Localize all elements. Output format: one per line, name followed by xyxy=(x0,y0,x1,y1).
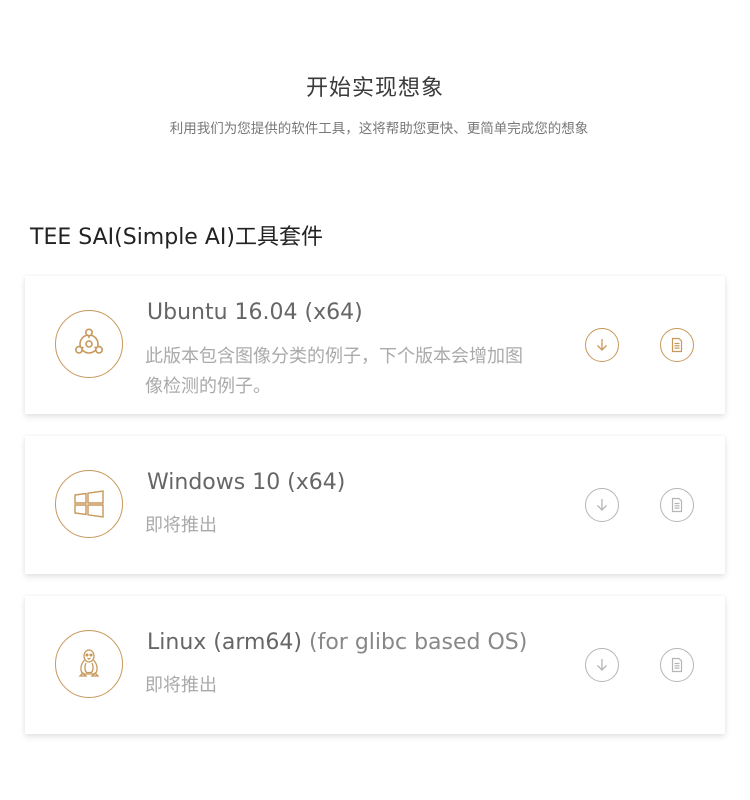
card-description: 即将推出 xyxy=(145,675,217,696)
card-description: 此版本包含图像分类的例子，下个版本会增加图像检测的例子。 xyxy=(145,346,523,397)
documentation-button[interactable] xyxy=(660,648,694,682)
linux-tux-icon xyxy=(55,630,123,698)
documentation-button[interactable] xyxy=(660,488,694,522)
product-card-ubuntu: Ubuntu 16.04 (x64) 此版本包含图像分类的例子，下个版本会增加图… xyxy=(25,276,725,414)
card-title-text: Linux (arm64) xyxy=(147,630,302,655)
product-card-linux: Linux (arm64) (for glibc based OS) 即将推出 xyxy=(25,596,725,734)
card-description: 即将推出 xyxy=(145,515,217,536)
hero-subtitle: 利用我们为您提供的软件工具，这将帮助您更快、更简单完成您的想象 xyxy=(169,121,589,137)
card-title-extra: (for glibc based OS) xyxy=(302,630,528,655)
document-icon xyxy=(671,497,683,513)
windows-icon xyxy=(55,470,123,538)
ubuntu-icon xyxy=(55,310,123,378)
download-button[interactable] xyxy=(585,328,619,362)
product-card-windows: Windows 10 (x64) 即将推出 xyxy=(25,436,725,574)
card-title-text: Ubuntu 16.04 (x64) xyxy=(147,300,363,325)
download-button[interactable] xyxy=(585,648,619,682)
card-title-text: Windows 10 (x64) xyxy=(147,470,346,495)
document-icon xyxy=(671,337,683,353)
download-icon xyxy=(597,339,607,351)
download-icon xyxy=(597,659,607,671)
section-title: TEE SAI(Simple AI)工具套件 xyxy=(30,225,323,250)
card-title: Windows 10 (x64) xyxy=(147,470,345,495)
card-title: Ubuntu 16.04 (x64) xyxy=(147,300,363,325)
document-icon xyxy=(671,657,683,673)
hero-title: 开始实现想象 xyxy=(305,76,444,101)
download-icon xyxy=(597,499,607,511)
card-title: Linux (arm64) (for glibc based OS) xyxy=(147,630,527,655)
download-button[interactable] xyxy=(585,488,619,522)
documentation-button[interactable] xyxy=(660,328,694,362)
